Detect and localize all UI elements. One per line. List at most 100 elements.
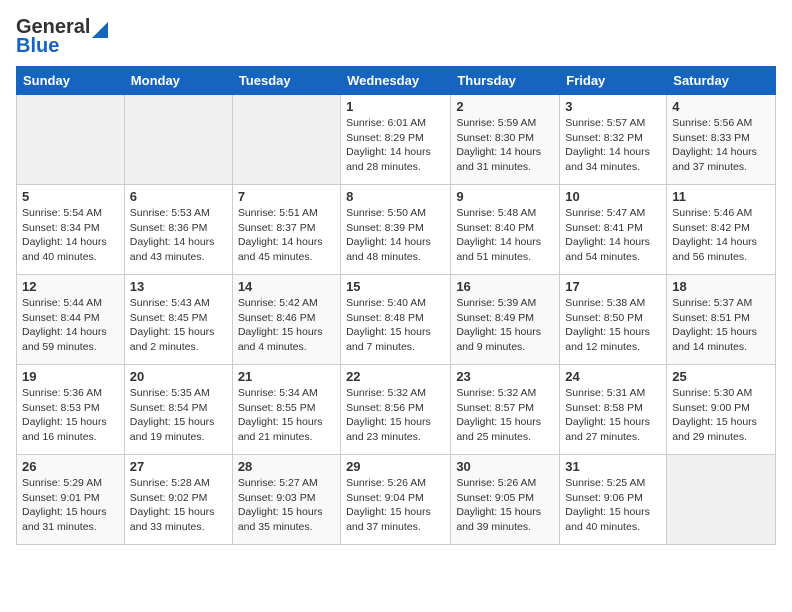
calendar-cell: 20 Sunrise: 5:35 AMSunset: 8:54 PMDayligh… [124, 365, 232, 455]
calendar-cell [124, 95, 232, 185]
calendar-cell: 11 Sunrise: 5:46 AMSunset: 8:42 PMDayligh… [667, 185, 776, 275]
day-info: Sunrise: 5:44 AMSunset: 8:44 PMDaylight:… [22, 296, 119, 355]
day-info: Sunrise: 5:27 AMSunset: 9:03 PMDaylight:… [238, 476, 335, 535]
calendar-cell: 13 Sunrise: 5:43 AMSunset: 8:45 PMDayligh… [124, 275, 232, 365]
calendar-cell: 23Sunrise: 5:32 AMSunset: 8:57 PMDayligh… [451, 365, 560, 455]
calendar-cell: 21 Sunrise: 5:34 AMSunset: 8:55 PMDayligh… [232, 365, 340, 455]
day-number: 19 [22, 369, 119, 384]
calendar-cell: 3Sunrise: 5:57 AMSunset: 8:32 PMDaylight… [560, 95, 667, 185]
day-info: Sunrise: 5:39 AMSunset: 8:49 PMDaylight:… [456, 296, 554, 355]
calendar-cell: 6 Sunrise: 5:53 AMSunset: 8:36 PMDaylight… [124, 185, 232, 275]
header-day-sunday: Sunday [17, 67, 125, 95]
calendar-cell: 25Sunrise: 5:30 AMSunset: 9:00 PMDayligh… [667, 365, 776, 455]
week-row-5: 26Sunrise: 5:29 AMSunset: 9:01 PMDayligh… [17, 455, 776, 545]
day-number: 27 [130, 459, 227, 474]
day-number: 21 [238, 369, 335, 384]
day-info: Sunrise: 5:59 AMSunset: 8:30 PMDaylight:… [456, 116, 554, 175]
day-number: 10 [565, 189, 661, 204]
day-info: Sunrise: 5:42 AMSunset: 8:46 PMDaylight:… [238, 296, 335, 355]
day-number: 17 [565, 279, 661, 294]
week-row-1: 1Sunrise: 6:01 AMSunset: 8:29 PMDaylight… [17, 95, 776, 185]
calendar-cell: 4 Sunrise: 5:56 AMSunset: 8:33 PMDaylight… [667, 95, 776, 185]
calendar-cell: 2Sunrise: 5:59 AMSunset: 8:30 PMDaylight… [451, 95, 560, 185]
week-row-3: 12 Sunrise: 5:44 AMSunset: 8:44 PMDayligh… [17, 275, 776, 365]
day-number: 5 [22, 189, 119, 204]
header-day-saturday: Saturday [667, 67, 776, 95]
calendar-cell: 14 Sunrise: 5:42 AMSunset: 8:46 PMDayligh… [232, 275, 340, 365]
calendar-cell: 29 Sunrise: 5:26 AMSunset: 9:04 PMDayligh… [341, 455, 451, 545]
day-info: Sunrise: 5:48 AMSunset: 8:40 PMDaylight:… [456, 206, 554, 265]
day-info: Sunrise: 5:28 AMSunset: 9:02 PMDaylight:… [130, 476, 227, 535]
day-info: Sunrise: 5:54 AMSunset: 8:34 PMDaylight:… [22, 206, 119, 265]
day-info: Sunrise: 5:35 AMSunset: 8:54 PMDaylight:… [130, 386, 227, 445]
calendar-cell: 8 Sunrise: 5:50 AMSunset: 8:39 PMDaylight… [341, 185, 451, 275]
calendar-cell: 18 Sunrise: 5:37 AMSunset: 8:51 PMDayligh… [667, 275, 776, 365]
day-info: Sunrise: 5:36 AMSunset: 8:53 PMDaylight:… [22, 386, 119, 445]
calendar-cell: 9 Sunrise: 5:48 AMSunset: 8:40 PMDaylight… [451, 185, 560, 275]
header-day-thursday: Thursday [451, 67, 560, 95]
day-number: 1 [346, 99, 445, 114]
calendar-table: SundayMondayTuesdayWednesdayThursdayFrid… [16, 66, 776, 545]
calendar-cell: 26Sunrise: 5:29 AMSunset: 9:01 PMDayligh… [17, 455, 125, 545]
day-info: Sunrise: 5:32 AMSunset: 8:57 PMDaylight:… [456, 386, 554, 445]
day-info: Sunrise: 5:26 AMSunset: 9:04 PMDaylight:… [346, 476, 445, 535]
day-info: Sunrise: 5:38 AMSunset: 8:50 PMDaylight:… [565, 296, 661, 355]
calendar-cell: 31 Sunrise: 5:25 AMSunset: 9:06 PMDayligh… [560, 455, 667, 545]
page-header: General Blue [16, 16, 776, 58]
day-number: 24 [565, 369, 661, 384]
day-number: 9 [456, 189, 554, 204]
day-number: 20 [130, 369, 227, 384]
day-info: Sunrise: 5:56 AMSunset: 8:33 PMDaylight:… [672, 116, 770, 175]
header-day-tuesday: Tuesday [232, 67, 340, 95]
day-info: Sunrise: 5:34 AMSunset: 8:55 PMDaylight:… [238, 386, 335, 445]
day-info: Sunrise: 5:26 AMSunset: 9:05 PMDaylight:… [456, 476, 554, 535]
day-info: Sunrise: 5:57 AMSunset: 8:32 PMDaylight:… [565, 116, 661, 175]
day-info: Sunrise: 5:40 AMSunset: 8:48 PMDaylight:… [346, 296, 445, 355]
day-number: 13 [130, 279, 227, 294]
day-number: 31 [565, 459, 661, 474]
header-day-friday: Friday [560, 67, 667, 95]
day-number: 7 [238, 189, 335, 204]
week-row-4: 19 Sunrise: 5:36 AMSunset: 8:53 PMDayligh… [17, 365, 776, 455]
day-info: Sunrise: 5:43 AMSunset: 8:45 PMDaylight:… [130, 296, 227, 355]
day-number: 15 [346, 279, 445, 294]
day-info: Sunrise: 5:37 AMSunset: 8:51 PMDaylight:… [672, 296, 770, 355]
day-info: Sunrise: 5:29 AMSunset: 9:01 PMDaylight:… [22, 476, 119, 535]
header-row: SundayMondayTuesdayWednesdayThursdayFrid… [17, 67, 776, 95]
day-info: Sunrise: 5:50 AMSunset: 8:39 PMDaylight:… [346, 206, 445, 265]
day-number: 14 [238, 279, 335, 294]
day-number: 8 [346, 189, 445, 204]
day-info: Sunrise: 5:53 AMSunset: 8:36 PMDaylight:… [130, 206, 227, 265]
day-info: Sunrise: 5:31 AMSunset: 8:58 PMDaylight:… [565, 386, 661, 445]
day-number: 18 [672, 279, 770, 294]
day-number: 12 [22, 279, 119, 294]
day-number: 30 [456, 459, 554, 474]
calendar-cell: 22Sunrise: 5:32 AMSunset: 8:56 PMDayligh… [341, 365, 451, 455]
day-info: Sunrise: 5:47 AMSunset: 8:41 PMDaylight:… [565, 206, 661, 265]
calendar-cell [232, 95, 340, 185]
calendar-cell: 12 Sunrise: 5:44 AMSunset: 8:44 PMDayligh… [17, 275, 125, 365]
calendar-cell [17, 95, 125, 185]
calendar-cell: 7 Sunrise: 5:51 AMSunset: 8:37 PMDaylight… [232, 185, 340, 275]
calendar-cell [667, 455, 776, 545]
header-day-wednesday: Wednesday [341, 67, 451, 95]
logo-blue: Blue [16, 35, 59, 58]
day-number: 6 [130, 189, 227, 204]
day-number: 25 [672, 369, 770, 384]
header-day-monday: Monday [124, 67, 232, 95]
day-info: Sunrise: 5:51 AMSunset: 8:37 PMDaylight:… [238, 206, 335, 265]
calendar-cell: 17 Sunrise: 5:38 AMSunset: 8:50 PMDayligh… [560, 275, 667, 365]
week-row-2: 5 Sunrise: 5:54 AMSunset: 8:34 PMDaylight… [17, 185, 776, 275]
calendar-cell: 1Sunrise: 6:01 AMSunset: 8:29 PMDaylight… [341, 95, 451, 185]
calendar-cell: 19 Sunrise: 5:36 AMSunset: 8:53 PMDayligh… [17, 365, 125, 455]
calendar-cell: 28Sunrise: 5:27 AMSunset: 9:03 PMDayligh… [232, 455, 340, 545]
day-number: 11 [672, 189, 770, 204]
day-info: Sunrise: 5:46 AMSunset: 8:42 PMDaylight:… [672, 206, 770, 265]
day-info: Sunrise: 5:25 AMSunset: 9:06 PMDaylight:… [565, 476, 661, 535]
calendar-cell: 5 Sunrise: 5:54 AMSunset: 8:34 PMDaylight… [17, 185, 125, 275]
logo: General Blue [16, 16, 108, 58]
calendar-cell: 15 Sunrise: 5:40 AMSunset: 8:48 PMDayligh… [341, 275, 451, 365]
day-number: 29 [346, 459, 445, 474]
day-number: 16 [456, 279, 554, 294]
day-number: 4 [672, 99, 770, 114]
